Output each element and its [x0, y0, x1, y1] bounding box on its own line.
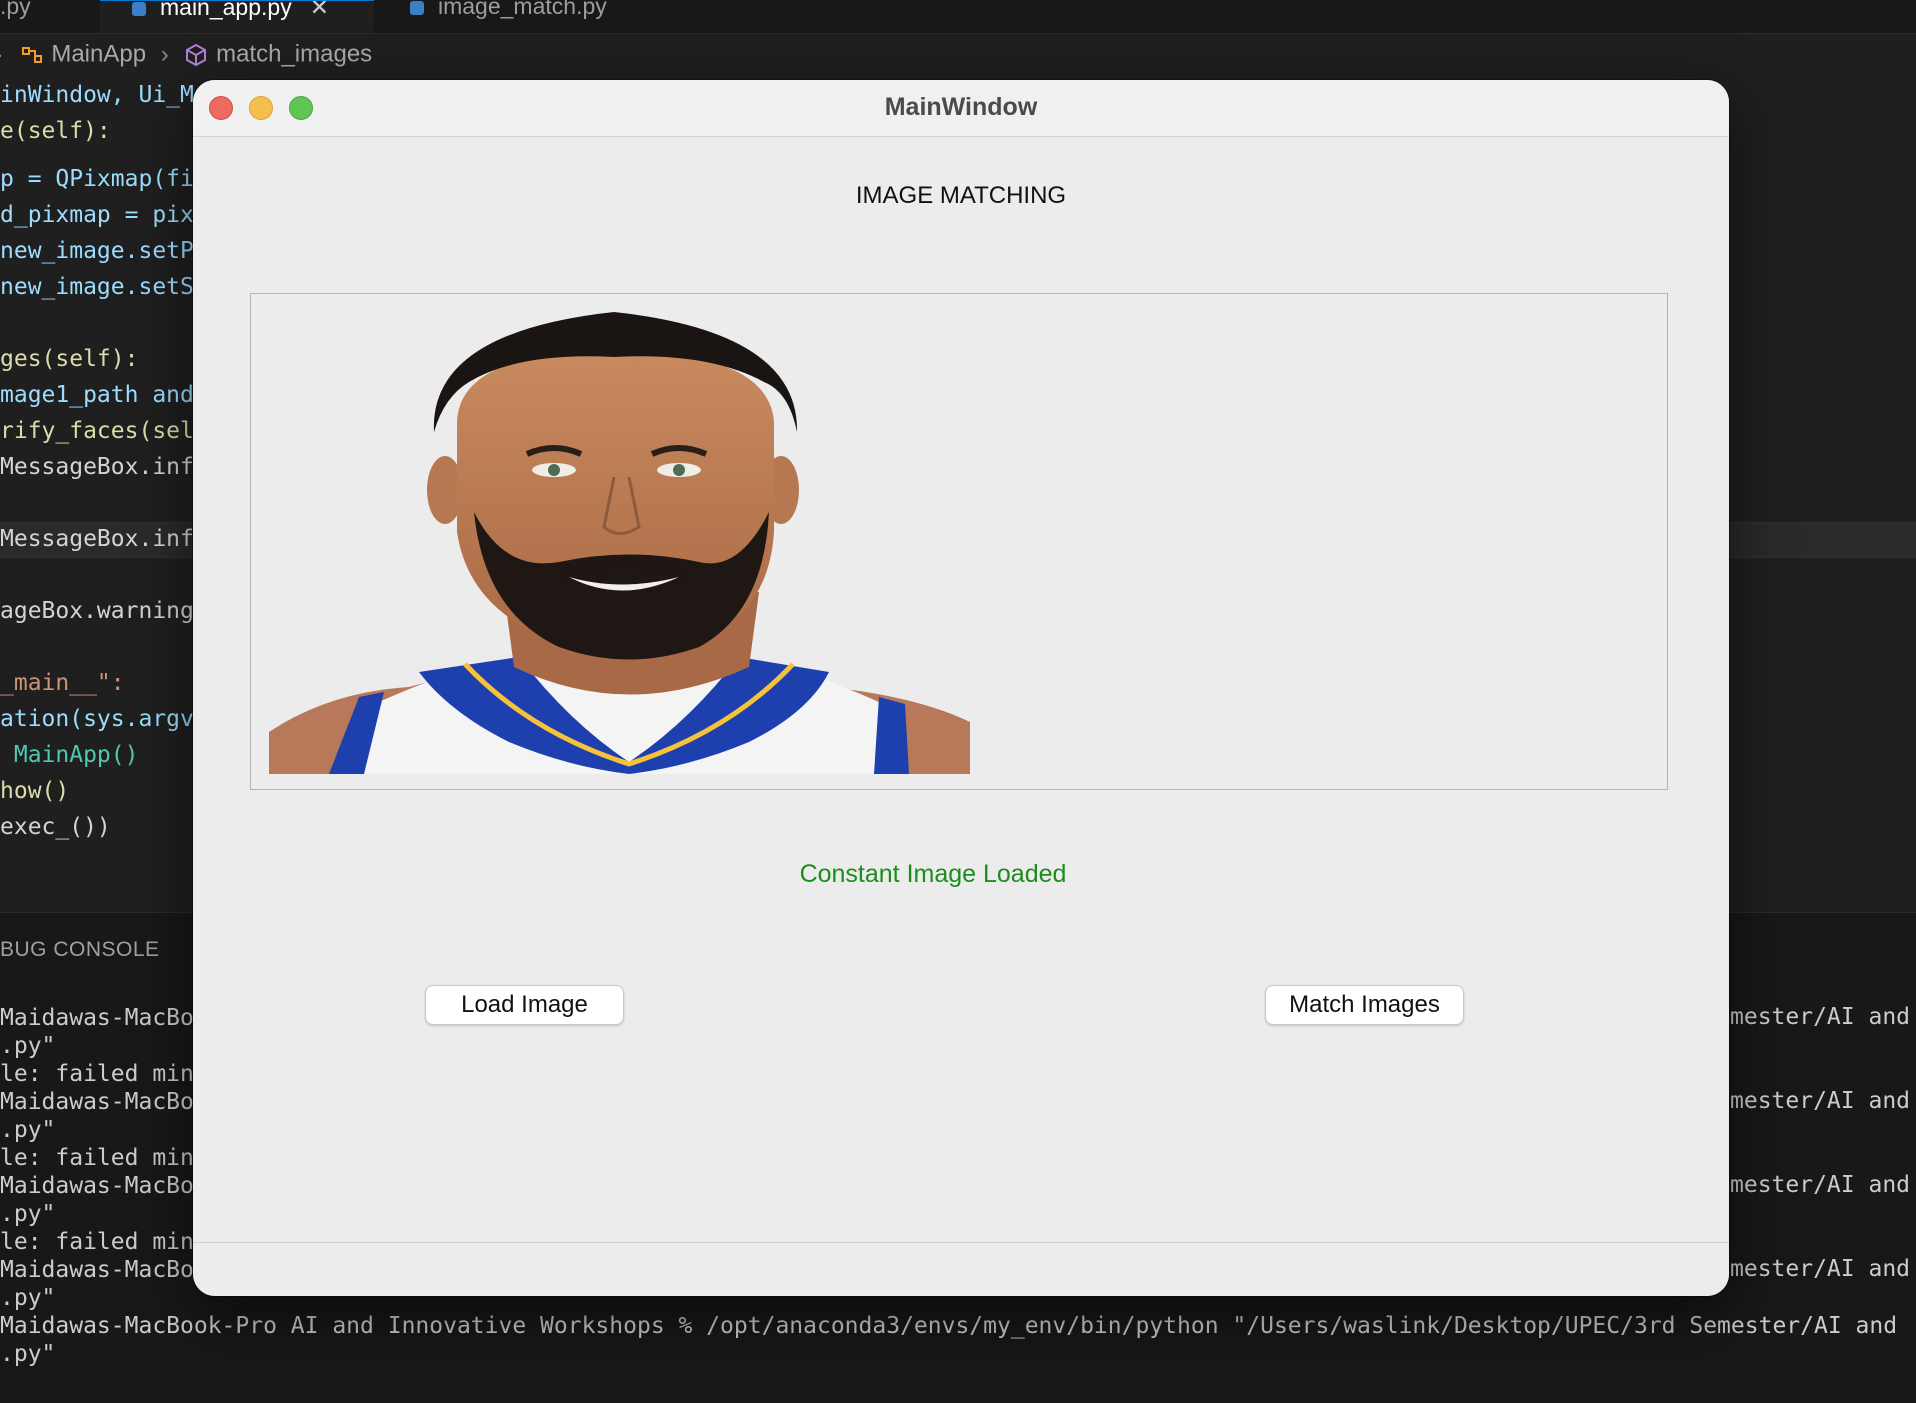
page-title: IMAGE MATCHING: [855, 182, 1067, 209]
breadcrumb-class[interactable]: MainApp: [51, 41, 146, 68]
class-icon: [21, 46, 42, 63]
terminal-line: mester/AI and: [1730, 1172, 1911, 1198]
close-icon[interactable]: ✕: [310, 1, 329, 20]
python-file-icon: [132, 1, 146, 16]
breadcrumb-separator: ›: [160, 40, 169, 68]
terminal-line: Maidawas-MacBoo: [0, 1089, 208, 1115]
panel-title[interactable]: BUG CONSOLE: [0, 938, 160, 962]
breadcrumb: › MainApp › match_images: [0, 40, 372, 72]
code-line: mage1_path and: [0, 382, 194, 408]
code-line: _main__":: [0, 670, 125, 696]
terminal-line: Maidawas-MacBoo: [0, 1173, 208, 1199]
python-file-icon: [410, 0, 424, 15]
breadcrumb-method[interactable]: match_images: [216, 41, 372, 68]
tab-image-match[interactable]: image_match.py: [378, 0, 698, 33]
code-line: MessageBox.inf: [0, 454, 194, 480]
image-display-frame: [250, 293, 1668, 790]
tab-py[interactable]: .py: [0, 0, 98, 33]
tab-label: .py: [0, 0, 31, 19]
terminal-line: mester/AI and: [1730, 1004, 1911, 1030]
code-line: ation(sys.argv: [0, 706, 194, 732]
terminal-line: le: failed min: [0, 1229, 194, 1255]
terminal-line: mester/AI and: [1730, 1088, 1911, 1114]
terminal-line: .py": [0, 1341, 56, 1367]
window-titlebar[interactable]: MainWindow: [193, 80, 1729, 137]
code-line: inWindow, Ui_M: [0, 82, 194, 108]
terminal-line: Maidawas-MacBoo: [0, 1257, 208, 1283]
code-line: ges(self):: [0, 346, 139, 372]
code-line: MainApp(): [0, 742, 139, 768]
tab-label: main_app.py: [160, 0, 292, 20]
code-line: exec_()): [0, 814, 111, 840]
terminal-line: le: failed min: [0, 1145, 194, 1171]
terminal-line: .py": [0, 1285, 56, 1311]
window-title: MainWindow: [884, 93, 1038, 121]
code-line: e(self):: [0, 118, 111, 144]
terminal-line: .py": [0, 1117, 56, 1143]
loaded-image: [269, 312, 970, 774]
main-window: MainWindow IMAGE MATCHING Constant Image…: [193, 80, 1729, 1296]
editor-tab-bar: .py main_app.py ✕ image_match.py: [0, 0, 1916, 34]
load-image-button[interactable]: Load Image: [425, 985, 624, 1025]
terminal-line: .py": [0, 1201, 56, 1227]
method-icon: [186, 43, 207, 66]
match-images-button[interactable]: Match Images: [1265, 985, 1464, 1025]
code-line: new_image.setS: [0, 274, 194, 300]
code-line: new_image.setP: [0, 238, 194, 264]
tab-label: image_match.py: [438, 0, 607, 19]
window-statusbar: [193, 1242, 1729, 1296]
terminal-line: le: failed min: [0, 1061, 194, 1087]
portrait-illustration: [269, 312, 970, 774]
terminal-line: .py": [0, 1033, 56, 1059]
code-line: how(): [0, 778, 70, 804]
code-line: MessageBox.inf: [0, 526, 194, 552]
code-line: p = QPixmap(fi: [0, 166, 194, 192]
code-line: rify_faces(sel: [0, 418, 194, 444]
terminal-line: Maidawas-MacBoo: [0, 1005, 208, 1031]
terminal-command-line: Maidawas-MacBook-Pro AI and Innovative W…: [0, 1313, 1898, 1339]
status-label: Constant Image Loaded: [799, 860, 1067, 888]
tab-main-app[interactable]: main_app.py ✕: [100, 0, 374, 33]
chevron-right-icon: ›: [0, 41, 2, 68]
terminal-line: mester/AI and: [1730, 1256, 1911, 1282]
code-line: d_pixmap = pix: [0, 202, 194, 228]
code-line: ageBox.warning: [0, 598, 194, 624]
